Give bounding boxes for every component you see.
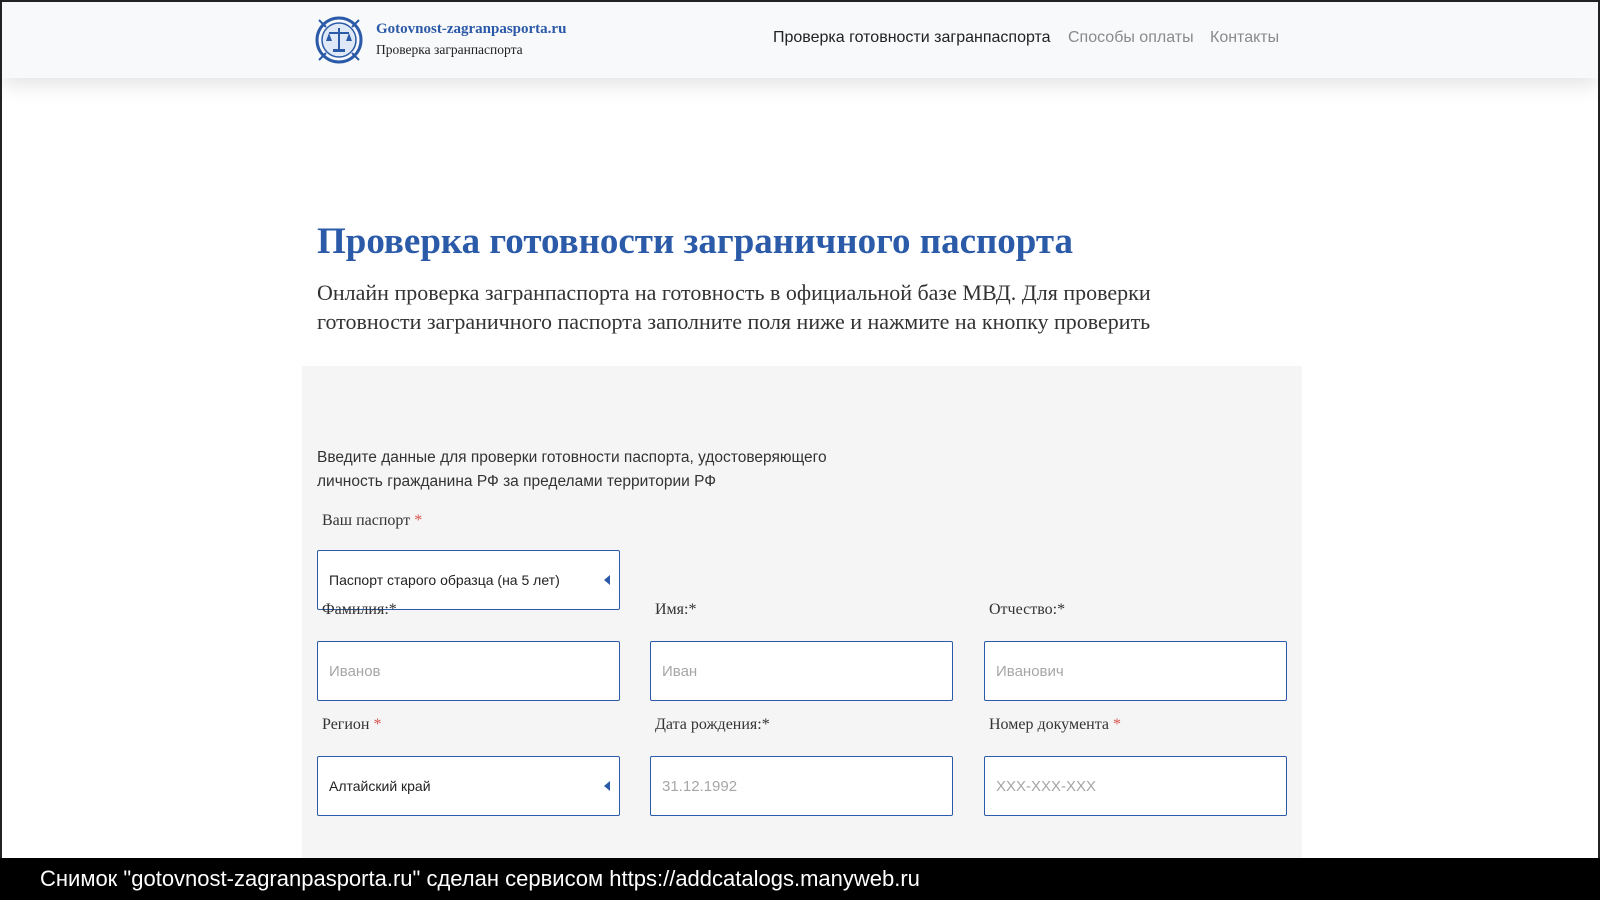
nav-item-passport-check[interactable]: Проверка готовности загранпаспорта [773,29,1051,47]
patronymic-field-box [984,641,1287,701]
region-label: Регион * [322,716,381,734]
screenshot-caption-bar: Снимок "gotovnost-zagranpasporta.ru" сде… [0,858,1600,900]
birthdate-input[interactable] [651,757,952,815]
screenshot-caption: Снимок "gotovnost-zagranpasporta.ru" сде… [40,866,920,891]
region-select[interactable]: Алтайский край [317,756,620,816]
caret-left-icon [604,575,610,585]
doc-number-label: Номер документа * [989,716,1121,734]
nav-item-payment-methods[interactable]: Способы оплаты [1068,29,1194,47]
surname-field-box [317,641,620,701]
page-title: Проверка готовности заграничного паспорт… [317,221,1074,262]
required-mark: * [414,512,423,529]
patronymic-label: Отчество:* [989,601,1066,618]
browser-page: Gotovnost-zagranpasporta.ru Проверка заг… [0,0,1600,858]
passport-type-label: Ваш паспорт * [322,512,422,530]
site-header: Gotovnost-zagranpasporta.ru Проверка заг… [2,2,1598,78]
nav-item-contacts[interactable]: Контакты [1210,29,1279,47]
doc-number-field-box [984,756,1287,816]
patronymic-input[interactable] [985,642,1286,700]
name-field-box [650,641,953,701]
birthdate-field-box [650,756,953,816]
region-value: Алтайский край [329,778,431,794]
brand-name[interactable]: Gotovnost-zagranpasporta.ru [376,21,566,38]
name-input[interactable] [651,642,952,700]
form-intro-line: личность гражданина РФ за пределами терр… [317,473,717,490]
surname-input[interactable] [318,642,619,700]
form-intro: Введите данные для проверки готовности п… [317,446,877,494]
lead-paragraph: Онлайн проверка загранпаспорта на готовн… [317,280,1151,334]
required-mark: * [1113,716,1122,733]
caret-left-icon [604,781,610,791]
birthdate-label: Дата рождения:* [655,716,770,733]
passport-type-label-text: Ваш паспорт [322,512,411,529]
doc-number-label-text: Номер документа [989,716,1110,733]
form-intro-line: Введите данные для проверки готовности п… [317,449,827,466]
passport-type-value: Паспорт старого образца (на 5 лет) [329,572,560,588]
emblem-scales-logo-icon[interactable] [313,14,365,66]
surname-label: Фамилия:* [322,601,397,618]
name-label: Имя:* [655,601,697,618]
doc-number-input[interactable] [985,757,1286,815]
required-mark: * [373,716,382,733]
check-form-panel: Введите данные для проверки готовности п… [302,366,1302,858]
brand-subtitle: Проверка загранпаспорта [376,42,523,57]
region-label-text: Регион [322,716,370,733]
